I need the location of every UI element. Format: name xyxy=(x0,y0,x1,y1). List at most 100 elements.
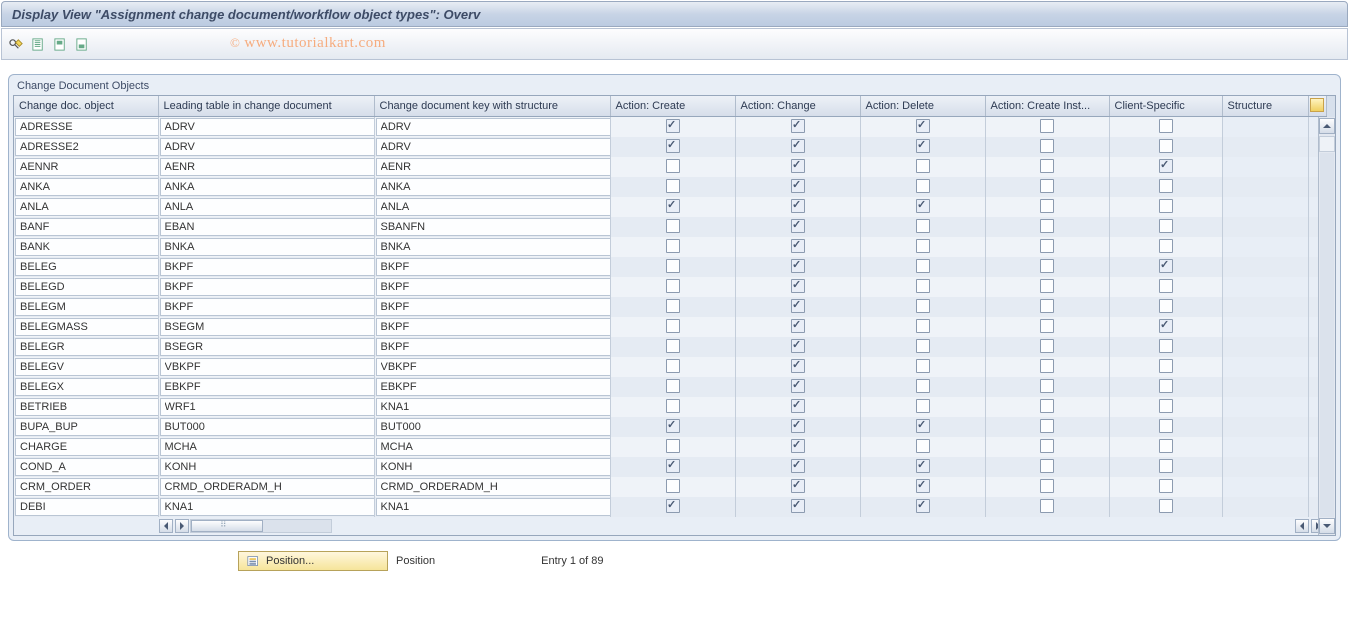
cell-client-specific[interactable] xyxy=(1159,259,1173,273)
cell-action-change[interactable] xyxy=(791,399,805,413)
cell-key-structure[interactable] xyxy=(376,398,611,416)
table-row[interactable] xyxy=(14,257,1326,277)
cell-leading-table[interactable] xyxy=(160,158,375,176)
cell-object[interactable] xyxy=(15,458,159,476)
cell-client-specific[interactable] xyxy=(1159,239,1173,253)
table-row[interactable] xyxy=(14,457,1326,477)
cell-client-specific[interactable] xyxy=(1159,199,1173,213)
cell-action-delete[interactable] xyxy=(916,159,930,173)
cell-action-change[interactable] xyxy=(791,119,805,133)
cell-leading-table[interactable] xyxy=(160,238,375,256)
cell-action-create[interactable] xyxy=(666,119,680,133)
cell-action-create-inst[interactable] xyxy=(1040,419,1054,433)
cell-object[interactable] xyxy=(15,398,159,416)
table-row[interactable] xyxy=(14,157,1326,177)
table-row[interactable] xyxy=(14,197,1326,217)
table-row[interactable] xyxy=(14,437,1326,457)
cell-action-change[interactable] xyxy=(791,179,805,193)
cell-action-create-inst[interactable] xyxy=(1040,179,1054,193)
cell-action-create-inst[interactable] xyxy=(1040,339,1054,353)
cell-action-create-inst[interactable] xyxy=(1040,119,1054,133)
cell-action-delete[interactable] xyxy=(916,419,930,433)
cell-action-create[interactable] xyxy=(666,479,680,493)
cell-action-delete[interactable] xyxy=(916,139,930,153)
cell-action-change[interactable] xyxy=(791,139,805,153)
cell-key-structure[interactable] xyxy=(376,178,611,196)
cell-key-structure[interactable] xyxy=(376,198,611,216)
cell-action-change[interactable] xyxy=(791,339,805,353)
cell-action-create[interactable] xyxy=(666,299,680,313)
col-action-delete[interactable]: Action: Delete xyxy=(860,96,985,117)
col-action-create-inst[interactable]: Action: Create Inst... xyxy=(985,96,1109,117)
cell-action-create-inst[interactable] xyxy=(1040,219,1054,233)
cell-object[interactable] xyxy=(15,238,159,256)
cell-action-delete[interactable] xyxy=(916,239,930,253)
cell-object[interactable] xyxy=(15,138,159,156)
cell-action-delete[interactable] xyxy=(916,359,930,373)
cell-leading-table[interactable] xyxy=(160,278,375,296)
cell-client-specific[interactable] xyxy=(1159,319,1173,333)
cell-action-create[interactable] xyxy=(666,199,680,213)
cell-client-specific[interactable] xyxy=(1159,179,1173,193)
col-change-doc-object[interactable]: Change doc. object xyxy=(14,96,158,117)
cell-action-delete[interactable] xyxy=(916,459,930,473)
cell-key-structure[interactable] xyxy=(376,478,611,496)
hscroll-thumb[interactable] xyxy=(191,520,263,532)
cell-action-delete[interactable] xyxy=(916,479,930,493)
cell-action-change[interactable] xyxy=(791,359,805,373)
cell-leading-table[interactable] xyxy=(160,498,375,516)
cell-action-change[interactable] xyxy=(791,279,805,293)
cell-action-create-inst[interactable] xyxy=(1040,499,1054,513)
cell-action-change[interactable] xyxy=(791,159,805,173)
cell-action-delete[interactable] xyxy=(916,319,930,333)
scroll-track[interactable] xyxy=(1320,153,1334,517)
cell-leading-table[interactable] xyxy=(160,338,375,356)
cell-key-structure[interactable] xyxy=(376,258,611,276)
cell-action-change[interactable] xyxy=(791,379,805,393)
cell-action-create[interactable] xyxy=(666,239,680,253)
cell-action-change[interactable] xyxy=(791,459,805,473)
cell-action-delete[interactable] xyxy=(916,279,930,293)
cell-object[interactable] xyxy=(15,358,159,376)
cell-leading-table[interactable] xyxy=(160,318,375,336)
cell-object[interactable] xyxy=(15,158,159,176)
cell-action-create-inst[interactable] xyxy=(1040,359,1054,373)
cell-key-structure[interactable] xyxy=(376,158,611,176)
cell-action-create[interactable] xyxy=(666,419,680,433)
cell-key-structure[interactable] xyxy=(376,338,611,356)
cell-object[interactable] xyxy=(15,118,159,136)
cell-action-create[interactable] xyxy=(666,439,680,453)
cell-leading-table[interactable] xyxy=(160,198,375,216)
cell-action-change[interactable] xyxy=(791,479,805,493)
cell-action-delete[interactable] xyxy=(916,339,930,353)
cell-action-change[interactable] xyxy=(791,439,805,453)
col-leading-table[interactable]: Leading table in change document xyxy=(158,96,374,117)
cell-action-create-inst[interactable] xyxy=(1040,479,1054,493)
cell-action-change[interactable] xyxy=(791,219,805,233)
cell-action-change[interactable] xyxy=(791,239,805,253)
cell-action-delete[interactable] xyxy=(916,379,930,393)
cell-client-specific[interactable] xyxy=(1159,139,1173,153)
cell-action-create[interactable] xyxy=(666,359,680,373)
table-row[interactable] xyxy=(14,117,1326,138)
cell-action-delete[interactable] xyxy=(916,299,930,313)
cell-action-create-inst[interactable] xyxy=(1040,259,1054,273)
cell-action-create[interactable] xyxy=(666,459,680,473)
cell-client-specific[interactable] xyxy=(1159,299,1173,313)
cell-action-change[interactable] xyxy=(791,419,805,433)
cell-leading-table[interactable] xyxy=(160,218,375,236)
cell-client-specific[interactable] xyxy=(1159,119,1173,133)
col-structure[interactable]: Structure xyxy=(1222,96,1308,117)
cell-action-create-inst[interactable] xyxy=(1040,459,1054,473)
cell-client-specific[interactable] xyxy=(1159,439,1173,453)
table-row[interactable] xyxy=(14,277,1326,297)
cell-action-create-inst[interactable] xyxy=(1040,439,1054,453)
cell-client-specific[interactable] xyxy=(1159,279,1173,293)
cell-key-structure[interactable] xyxy=(376,318,611,336)
cell-action-create[interactable] xyxy=(666,139,680,153)
cell-leading-table[interactable] xyxy=(160,298,375,316)
scroll-left-button-2[interactable] xyxy=(1295,519,1309,533)
cell-action-delete[interactable] xyxy=(916,119,930,133)
deselect-all-icon[interactable] xyxy=(72,34,92,54)
col-action-change[interactable]: Action: Change xyxy=(735,96,860,117)
